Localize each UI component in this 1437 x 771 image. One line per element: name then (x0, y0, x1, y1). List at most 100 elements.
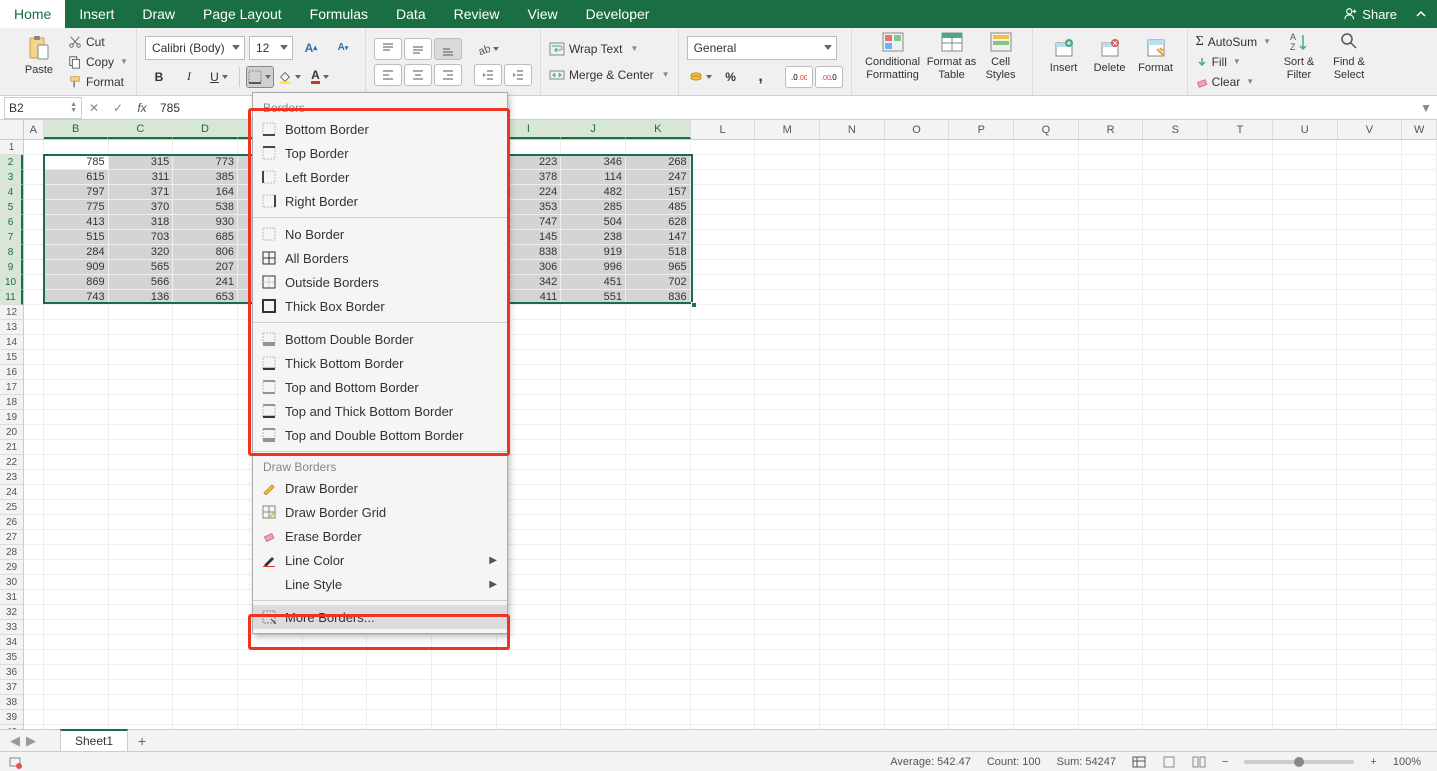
cell[interactable] (1273, 410, 1338, 425)
cell[interactable] (24, 620, 44, 635)
cell[interactable] (1079, 605, 1144, 620)
cell[interactable] (820, 545, 885, 560)
cell[interactable] (173, 305, 238, 320)
cell[interactable] (820, 575, 885, 590)
cell[interactable] (755, 620, 820, 635)
cell[interactable] (1208, 230, 1273, 245)
cell[interactable] (173, 485, 238, 500)
row-header-19[interactable]: 19 (0, 410, 23, 425)
cell[interactable] (820, 170, 885, 185)
cell[interactable] (820, 200, 885, 215)
cell[interactable] (1014, 140, 1079, 155)
cell[interactable] (691, 485, 756, 500)
cell[interactable] (755, 215, 820, 230)
cell[interactable] (949, 260, 1014, 275)
cell[interactable] (885, 410, 950, 425)
cell[interactable] (24, 635, 44, 650)
row-header-7[interactable]: 7 (0, 230, 23, 245)
cell[interactable] (1208, 680, 1273, 695)
cell[interactable] (949, 545, 1014, 560)
cell[interactable] (755, 170, 820, 185)
cell[interactable] (1143, 275, 1208, 290)
cell[interactable] (691, 365, 756, 380)
cell[interactable] (1273, 545, 1338, 560)
tab-view[interactable]: View (514, 0, 572, 28)
cell[interactable] (755, 410, 820, 425)
zoom-slider[interactable] (1244, 760, 1354, 764)
cell[interactable] (1079, 560, 1144, 575)
increase-decimal[interactable]: .0.00 (785, 66, 813, 88)
cell[interactable] (1014, 605, 1079, 620)
cell[interactable] (1014, 305, 1079, 320)
cell[interactable] (1273, 635, 1338, 650)
cell[interactable] (44, 590, 109, 605)
cell[interactable]: 241 (173, 275, 238, 290)
cell[interactable] (24, 575, 44, 590)
cell[interactable] (755, 680, 820, 695)
cell[interactable] (1273, 335, 1338, 350)
cell[interactable] (626, 530, 691, 545)
cell[interactable] (1273, 560, 1338, 575)
cell[interactable] (1337, 365, 1402, 380)
cell[interactable] (1337, 710, 1402, 725)
cell[interactable] (561, 620, 626, 635)
cell[interactable] (1143, 500, 1208, 515)
cell[interactable] (1079, 215, 1144, 230)
cell[interactable] (626, 350, 691, 365)
cell[interactable] (820, 350, 885, 365)
cell[interactable] (1402, 275, 1437, 290)
cell[interactable] (691, 395, 756, 410)
row-header-5[interactable]: 5 (0, 200, 23, 215)
cell[interactable] (949, 440, 1014, 455)
cell[interactable] (1273, 155, 1338, 170)
cell[interactable] (1337, 320, 1402, 335)
cell[interactable] (1337, 335, 1402, 350)
cell[interactable] (1402, 455, 1437, 470)
cell[interactable] (109, 350, 174, 365)
cell[interactable] (755, 560, 820, 575)
font-color-button[interactable]: A (306, 66, 334, 88)
cell[interactable] (626, 305, 691, 320)
cell[interactable]: 413 (44, 215, 109, 230)
orientation-button[interactable]: ab (474, 38, 502, 60)
cell[interactable] (626, 395, 691, 410)
cell[interactable] (173, 500, 238, 515)
find-select-button[interactable]: Find & Select (1327, 28, 1371, 84)
cell[interactable] (109, 455, 174, 470)
cell[interactable] (44, 665, 109, 680)
cell[interactable] (1014, 695, 1079, 710)
cell[interactable] (820, 485, 885, 500)
cell[interactable] (1337, 185, 1402, 200)
cell[interactable] (885, 365, 950, 380)
cell[interactable] (820, 500, 885, 515)
cell[interactable] (24, 410, 44, 425)
cell[interactable]: 268 (626, 155, 691, 170)
cell[interactable] (173, 395, 238, 410)
cell[interactable] (691, 410, 756, 425)
cell[interactable] (949, 215, 1014, 230)
tab-home[interactable]: Home (0, 0, 65, 28)
cell[interactable] (1079, 440, 1144, 455)
cell[interactable] (949, 320, 1014, 335)
cell[interactable] (1208, 530, 1273, 545)
cell[interactable] (626, 695, 691, 710)
cell[interactable] (432, 710, 497, 725)
cell[interactable] (561, 575, 626, 590)
cell[interactable] (1402, 620, 1437, 635)
cell[interactable] (626, 635, 691, 650)
cell[interactable]: 385 (173, 170, 238, 185)
cell[interactable] (109, 680, 174, 695)
cell[interactable] (1208, 545, 1273, 560)
cell[interactable] (885, 320, 950, 335)
cell[interactable] (755, 230, 820, 245)
zoom-out[interactable]: − (1214, 756, 1236, 768)
cell[interactable] (1208, 410, 1273, 425)
cell[interactable] (1014, 275, 1079, 290)
cell[interactable] (1079, 365, 1144, 380)
cell[interactable] (24, 545, 44, 560)
cell[interactable] (949, 305, 1014, 320)
cell[interactable] (109, 365, 174, 380)
cell[interactable] (173, 635, 238, 650)
cell[interactable] (949, 425, 1014, 440)
cell[interactable] (109, 545, 174, 560)
